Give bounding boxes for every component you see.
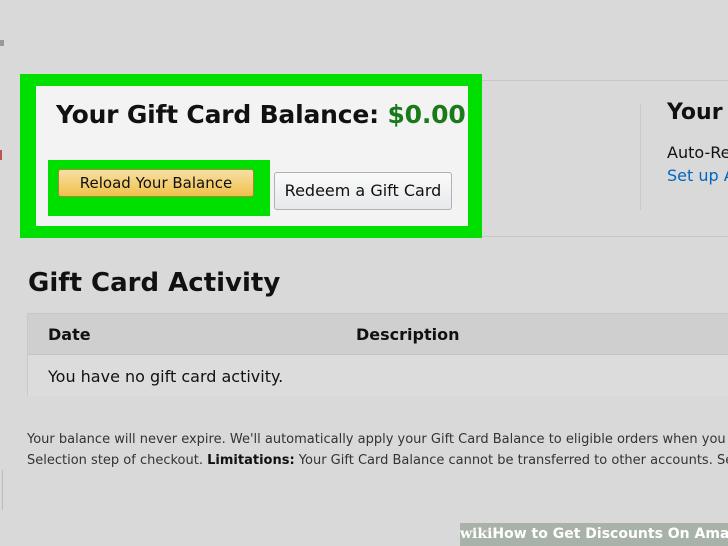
right-panel-title: Your A bbox=[667, 100, 728, 125]
balance-label: Your Gift Card Balance: bbox=[56, 100, 379, 129]
balance-panel: Your Gift Card Balance: $0.00 Reload You… bbox=[36, 86, 468, 226]
reload-balance-button[interactable]: Reload Your Balance bbox=[58, 169, 254, 197]
setup-link[interactable]: Set up A bbox=[667, 166, 728, 185]
watermark-banner: wikiHow to Get Discounts On Amazon bbox=[460, 523, 728, 546]
column-header-description[interactable]: Description bbox=[356, 325, 459, 344]
footnote-line-1: Your balance will never expire. We'll au… bbox=[27, 432, 728, 447]
page: Your Gift Card Balance: $0.00 Reload You… bbox=[0, 0, 728, 546]
empty-activity-message: You have no gift card activity. bbox=[48, 367, 284, 386]
redeem-gift-card-button[interactable]: Redeem a Gift Card bbox=[274, 172, 452, 210]
limitations-label: Limitations: bbox=[207, 453, 295, 468]
reload-button-highlight: Reload Your Balance bbox=[48, 160, 270, 216]
watermark-title: How to Get Discounts On Amazon bbox=[492, 526, 728, 542]
footnote-text: Selection step of checkout. bbox=[27, 453, 203, 468]
balance-footnote: Your balance will never expire. We'll au… bbox=[27, 429, 728, 471]
balance-heading: Your Gift Card Balance: $0.00 bbox=[56, 100, 466, 129]
divider bbox=[2, 470, 3, 510]
divider bbox=[482, 236, 728, 237]
balance-amount: $0.00 bbox=[387, 100, 466, 129]
auto-reload-text: Auto-Re bbox=[667, 143, 728, 162]
footnote-text: Your Gift Card Balance cannot be transfe… bbox=[298, 453, 728, 468]
footnote-line-2: Selection step of checkout. Limitations:… bbox=[27, 450, 728, 471]
divider bbox=[640, 104, 641, 210]
edge-mark bbox=[0, 150, 2, 160]
table-header: Date Description bbox=[28, 314, 728, 355]
column-header-date[interactable]: Date bbox=[48, 325, 91, 344]
edge-mark bbox=[0, 40, 4, 46]
table-row: You have no gift card activity. bbox=[28, 355, 728, 396]
activity-table: Date Description You have no gift card a… bbox=[27, 313, 728, 396]
wikihow-logo: wiki bbox=[460, 526, 493, 542]
activity-title: Gift Card Activity bbox=[28, 268, 281, 298]
balance-highlight: Your Gift Card Balance: $0.00 Reload You… bbox=[20, 74, 482, 238]
divider bbox=[482, 80, 728, 81]
